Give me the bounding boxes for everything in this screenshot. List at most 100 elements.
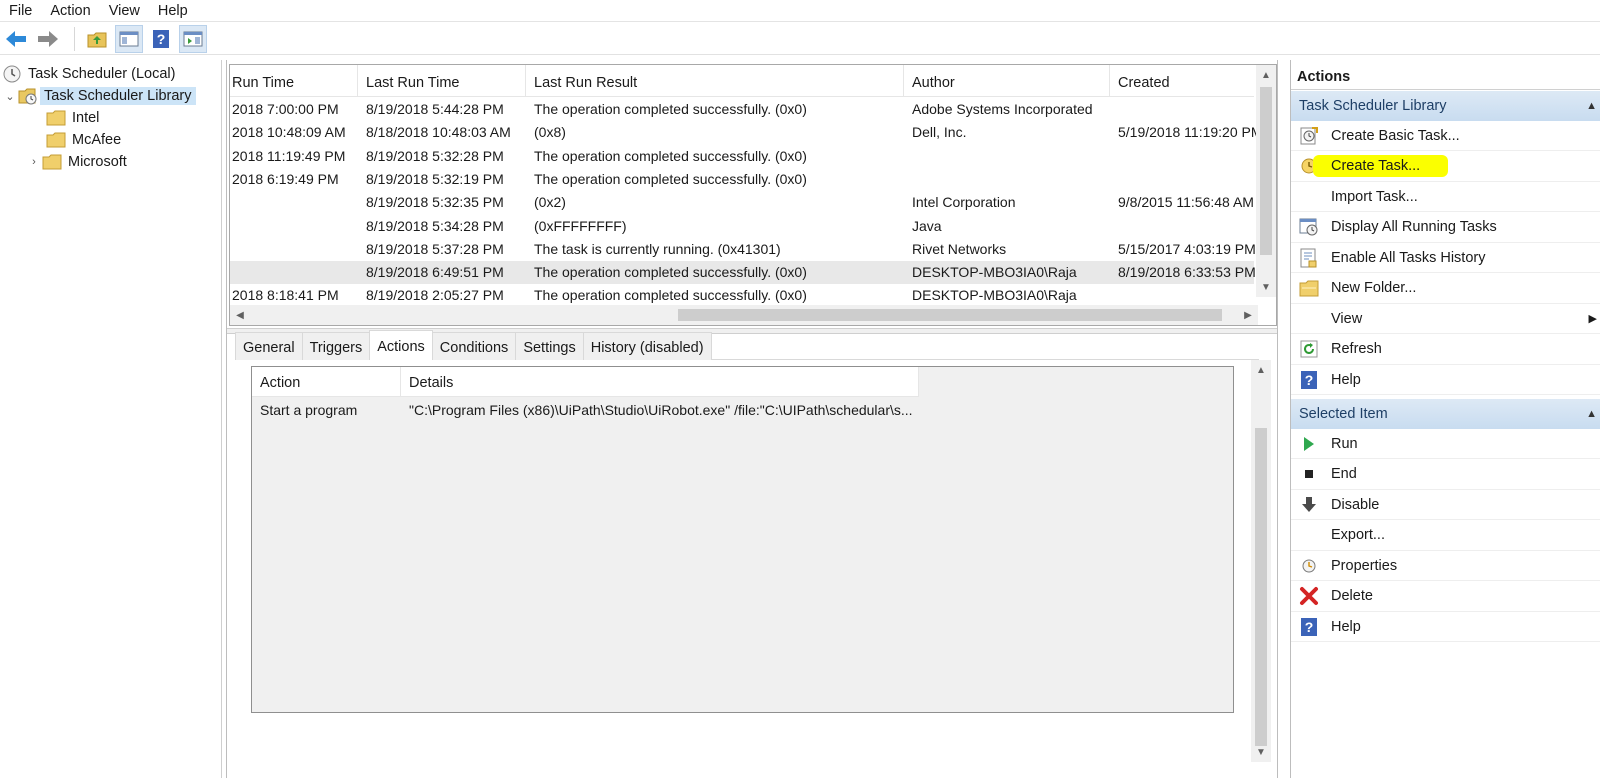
column-header-run-time[interactable]: Run Time [230, 65, 358, 97]
action-details-cell[interactable]: "C:\Program Files (x86)\UiPath\Studio\Ui… [409, 397, 913, 423]
menu-view[interactable]: View [100, 3, 149, 19]
actions-pane-title: Actions [1291, 64, 1600, 90]
task-row[interactable]: 2018 6:19:49 PM 8/19/2018 5:32:19 PM The o… [230, 168, 1254, 191]
task-row[interactable]: 2018 8:18:41 PM 8/19/2018 2:05:27 PM The o… [230, 284, 1254, 307]
svg-text:?: ? [1305, 372, 1314, 388]
action-item-properties[interactable]: Properties [1291, 551, 1600, 581]
menu-action[interactable]: Action [41, 3, 99, 19]
scroll-thumb[interactable] [678, 309, 1222, 321]
task-cell [230, 238, 358, 261]
action-item-create-task[interactable]: Create Task... [1291, 152, 1600, 182]
collapse-caret-icon[interactable]: ▲ [1586, 91, 1597, 121]
task-cell [230, 215, 358, 238]
actions-detail-list: Action Details Start a program "C:\Progr… [251, 366, 1234, 713]
task-cell: 8/19/2018 6:49:51 PM [366, 264, 504, 281]
column-header-details[interactable]: Details [401, 367, 919, 397]
action-item-help[interactable]: ? Help [1291, 365, 1600, 395]
task-row[interactable]: 2018 10:48:09 AM 8/18/2018 10:48:03 AM (0x… [230, 121, 1260, 144]
expand-chevron-icon[interactable]: › [26, 156, 42, 168]
section-header-library[interactable]: Task Scheduler Library ▲ [1291, 91, 1600, 121]
tab-triggers[interactable]: Triggers [301, 332, 371, 360]
action-item-new-folder[interactable]: New Folder... [1291, 274, 1600, 304]
action-item-end[interactable]: End [1291, 460, 1600, 490]
tree-node-intel[interactable]: Intel [46, 107, 99, 129]
task-cell: 8/19/2018 5:32:19 PM [366, 170, 504, 187]
task-cell: DESKTOP-MBO3IA0\Raja [912, 287, 1077, 304]
collapse-caret-icon[interactable]: ▲ [1586, 399, 1597, 429]
scroll-down-icon[interactable]: ▼ [1256, 277, 1276, 297]
action-item-view[interactable]: View ▶ [1291, 304, 1600, 334]
task-row[interactable]: 8/19/2018 6:49:51 PM The operation comple… [230, 261, 1256, 285]
action-item-enable-all-tasks-history[interactable]: Enable All Tasks History [1291, 243, 1600, 273]
tab-history[interactable]: History (disabled) [582, 332, 712, 360]
collapse-chevron-icon[interactable]: ⌄ [2, 90, 18, 103]
action-item-help[interactable]: ? Help [1291, 612, 1600, 642]
tab-actions[interactable]: Actions [369, 330, 433, 360]
task-row[interactable]: 8/19/2018 5:37:28 PM The task is currentl… [230, 238, 1256, 261]
task-list-horizontal-scrollbar[interactable]: ◀ ▶ [230, 305, 1258, 325]
menu-file[interactable]: File [0, 3, 41, 19]
action-item-label: Export... [1331, 527, 1385, 543]
task-row[interactable]: 2018 11:19:49 PM 8/19/2018 5:32:28 PM The … [230, 145, 1254, 168]
task-cell: 9/8/2015 11:56:48 AM [1118, 194, 1254, 211]
column-header-action[interactable]: Action [252, 367, 401, 397]
scroll-up-icon[interactable]: ▲ [1256, 65, 1276, 85]
action-item-label: Display All Running Tasks [1331, 219, 1497, 235]
action-item-disable[interactable]: Disable [1291, 490, 1600, 520]
scroll-up-icon[interactable]: ▲ [1251, 360, 1271, 380]
folder-icon [42, 153, 62, 171]
tab-settings[interactable]: Settings [515, 332, 584, 360]
toolbar: ? [0, 23, 1600, 55]
action-item-display-all-running-tasks[interactable]: Display All Running Tasks [1291, 213, 1600, 243]
tree-node-microsoft[interactable]: › Microsoft [26, 151, 127, 173]
action-item-create-basic-task[interactable]: Create Basic Task... [1291, 121, 1600, 151]
action-item-import-task[interactable]: Import Task... [1291, 182, 1600, 212]
task-list-vertical-scrollbar[interactable]: ▲ ▼ [1256, 65, 1276, 297]
task-cell: 2018 8:18:41 PM [232, 287, 339, 304]
back-arrow-icon[interactable] [2, 25, 30, 53]
action-type-cell[interactable]: Start a program [260, 397, 357, 423]
task-cell: 5/19/2018 11:19:20 PM [1118, 124, 1260, 141]
help-icon[interactable]: ? [147, 25, 175, 53]
center-pane: Run Time Last Run Time Last Run Result A… [226, 60, 1278, 778]
action-item-export[interactable]: Export... [1291, 521, 1600, 551]
svg-text:?: ? [157, 31, 166, 47]
action-item-label: Run [1331, 435, 1358, 452]
action-item-run[interactable]: Run [1291, 429, 1600, 459]
task-row[interactable]: 2018 7:00:00 PM 8/19/2018 5:44:28 PM The o… [230, 98, 1254, 121]
show-hide-action-pane-icon[interactable] [179, 24, 207, 53]
column-header-author[interactable]: Author [904, 65, 1110, 97]
action-item-label: Help [1331, 371, 1361, 388]
task-cell: Rivet Networks [912, 240, 1007, 257]
tree-node-library[interactable]: ⌄ Task Scheduler Library [2, 85, 196, 107]
task-cell: The task is currently running. (0x41301) [534, 240, 781, 257]
scroll-down-icon[interactable]: ▼ [1251, 742, 1271, 762]
action-item-label: Properties [1331, 557, 1398, 574]
tab-general[interactable]: General [235, 332, 303, 360]
column-header-last-run-time[interactable]: Last Run Time [358, 65, 526, 97]
action-item-label: End [1331, 466, 1357, 482]
svg-text:?: ? [1305, 619, 1314, 635]
task-row[interactable]: 8/19/2018 5:34:28 PM (0xFFFFFFFF) Java [230, 215, 1254, 238]
scroll-thumb[interactable] [1255, 428, 1267, 746]
detail-vertical-scrollbar[interactable]: ▲ ▼ [1251, 360, 1271, 762]
menu-help[interactable]: Help [149, 3, 197, 19]
action-item-delete[interactable]: Delete [1291, 582, 1600, 612]
tree-node-mcafee[interactable]: McAfee [46, 129, 121, 151]
column-header-created[interactable]: Created [1110, 65, 1270, 97]
refresh-icon [1291, 340, 1327, 358]
action-item-refresh[interactable]: Refresh [1291, 335, 1600, 365]
forward-arrow-icon[interactable] [34, 25, 62, 53]
up-folder-icon[interactable] [83, 25, 111, 53]
column-header-last-run-result[interactable]: Last Run Result [526, 65, 904, 97]
tab-conditions[interactable]: Conditions [431, 332, 517, 360]
task-row[interactable]: 8/19/2018 5:32:35 PM (0x2) Intel Corporati… [230, 191, 1254, 214]
task-cell [1110, 98, 1260, 121]
task-cell: Dell, Inc. [912, 124, 967, 141]
tree-node-root[interactable]: Task Scheduler (Local) [2, 63, 176, 85]
show-hide-console-tree-icon[interactable] [115, 24, 143, 53]
section-header-selected-item[interactable]: Selected Item ▲ [1291, 399, 1600, 429]
scroll-left-icon[interactable]: ◀ [230, 305, 250, 325]
scroll-right-icon[interactable]: ▶ [1238, 305, 1258, 325]
scroll-thumb[interactable] [1260, 87, 1272, 255]
